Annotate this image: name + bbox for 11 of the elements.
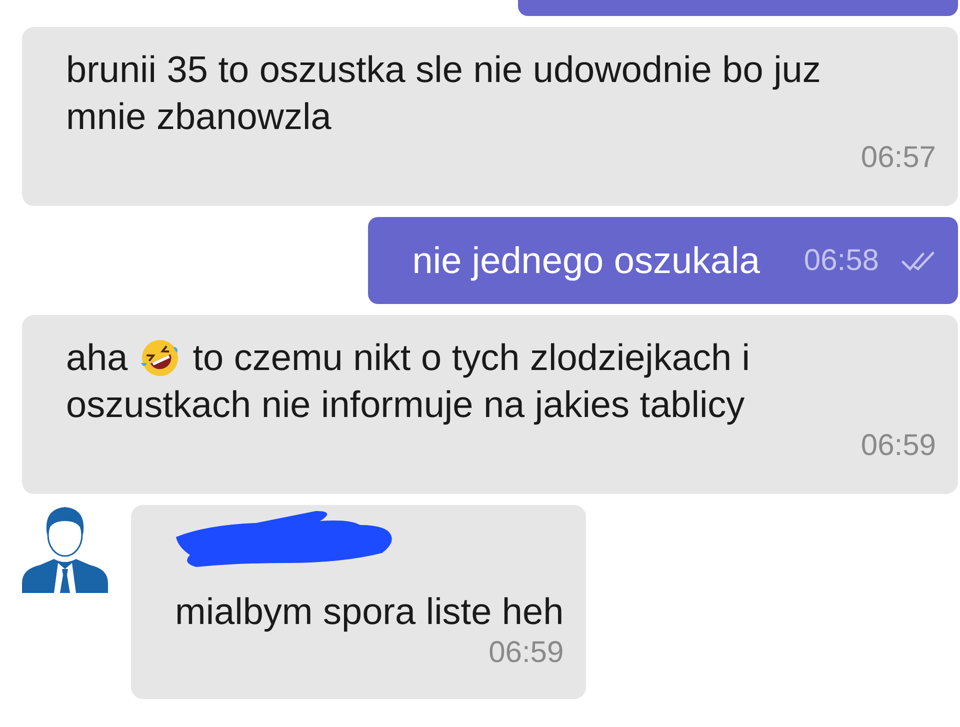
message-text: mialbym spora liste heh: [175, 590, 564, 634]
message-time: 06:59: [488, 635, 564, 671]
message-text: to czemu nikt o tych zlodziejkach i: [192, 336, 750, 380]
avatar-icon: [22, 505, 108, 593]
message-time: 06:59: [860, 428, 936, 464]
message-time: 06:57: [860, 140, 936, 176]
message-text: brunii 35 to oszustka sle nie udowodnie bo juz mnie zbanowzla: [66, 48, 822, 139]
message-text: nie jednego oszukala: [412, 239, 760, 283]
message-text: aha: [66, 336, 128, 380]
message-time: 06:58: [804, 244, 879, 278]
message-text: oszustkach nie informuje na jakies tablicy: [66, 383, 746, 427]
